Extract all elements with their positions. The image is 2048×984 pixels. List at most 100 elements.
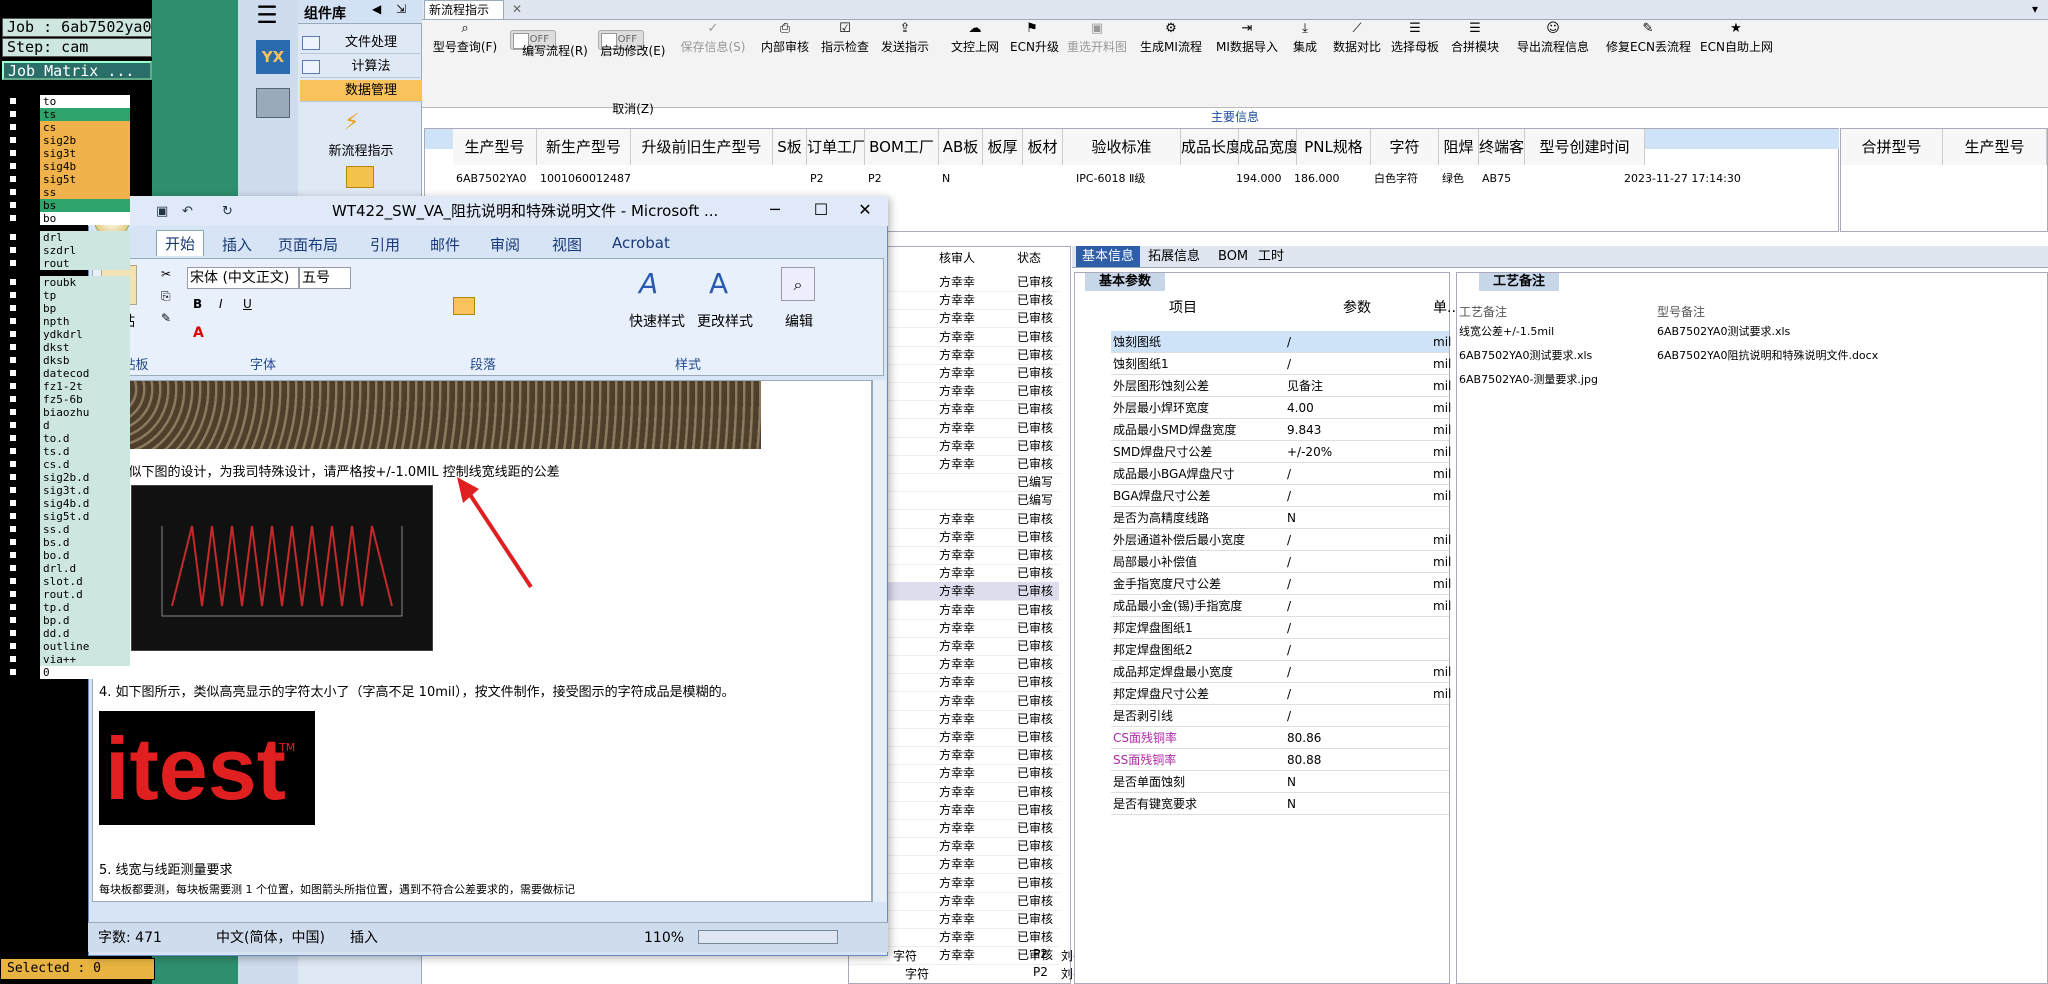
param-name[interactable]: 邦定焊盘图纸1 bbox=[1113, 617, 1255, 639]
layer-row[interactable]: drl.d bbox=[6, 562, 130, 575]
layer-name[interactable]: sig5t.d bbox=[40, 510, 130, 523]
ribbon-button[interactable]: ⇪ 发送指示 bbox=[880, 22, 930, 78]
layer-row[interactable]: sig4b.d bbox=[6, 497, 130, 510]
row-reviewer[interactable]: 方幸幸 bbox=[939, 819, 975, 838]
param-value[interactable]: / bbox=[1287, 595, 1427, 617]
mid-header[interactable]: 核审人 bbox=[939, 249, 975, 266]
layer-marker[interactable] bbox=[24, 654, 34, 664]
layer-row[interactable]: biaozhu bbox=[6, 406, 130, 419]
ribbon-button-icon[interactable]: ⇥ bbox=[1240, 22, 1254, 36]
layer-name[interactable]: tp bbox=[40, 289, 130, 302]
row-status[interactable]: 已审核 bbox=[1017, 546, 1053, 565]
layer-checkbox[interactable] bbox=[8, 576, 18, 586]
layer-name[interactable]: drl.d bbox=[40, 562, 130, 575]
grid-cell[interactable]: 6AB7502YA0 bbox=[453, 169, 537, 189]
layer-name[interactable]: 0 bbox=[40, 666, 130, 679]
param-row[interactable]: 外层图形蚀刻公差见备注milY bbox=[1111, 375, 1474, 397]
size-select[interactable]: 五号 bbox=[299, 267, 351, 289]
layer-marker[interactable] bbox=[24, 433, 34, 443]
param-value[interactable]: / bbox=[1287, 639, 1427, 661]
layer-checkbox[interactable] bbox=[8, 342, 18, 352]
grid-column-header[interactable]: 终端客户代码 bbox=[1479, 129, 1525, 165]
grid-column-header[interactable]: BOM工厂 bbox=[865, 129, 939, 165]
param-name[interactable]: 外层通道补偿后最小宽度 bbox=[1113, 529, 1255, 551]
layer-row[interactable]: ts bbox=[6, 108, 130, 121]
param-row[interactable]: 金手指宽度尺寸公差/milY bbox=[1111, 573, 1474, 595]
row-status[interactable]: 已审核 bbox=[1017, 692, 1053, 711]
grid-column-header[interactable]: PNL规格 bbox=[1297, 129, 1371, 165]
row-status[interactable]: 已审核 bbox=[1017, 837, 1053, 856]
layer-row[interactable]: sig5t bbox=[6, 173, 130, 186]
layer-marker[interactable] bbox=[24, 394, 34, 404]
layer-checkbox[interactable] bbox=[8, 641, 18, 651]
layer-marker[interactable] bbox=[24, 485, 34, 495]
grid-cell[interactable]: 10010600124870 bbox=[537, 169, 631, 189]
layer-name[interactable]: rout bbox=[40, 257, 130, 270]
layer-name[interactable]: to.d bbox=[40, 432, 130, 445]
param-name[interactable]: 成品最小金(锡)手指宽度 bbox=[1113, 595, 1255, 617]
tab-info[interactable]: 基本信息 bbox=[1076, 246, 1141, 267]
param-value[interactable]: / bbox=[1287, 529, 1427, 551]
layer-name[interactable]: ydkdrl bbox=[40, 328, 130, 341]
row-status[interactable]: 已审核 bbox=[1017, 437, 1053, 456]
layer-marker[interactable] bbox=[24, 446, 34, 456]
row-reviewer[interactable]: 方幸幸 bbox=[939, 637, 975, 656]
grid-cell[interactable]: P2 bbox=[807, 169, 865, 189]
grid-cell[interactable]: AB75 bbox=[1479, 169, 1525, 189]
ribbon-button[interactable]: ▣ 重选开料图 bbox=[1066, 22, 1128, 78]
ribbon-button[interactable]: ⤓ 集成 bbox=[1290, 22, 1320, 78]
layer-checkbox[interactable] bbox=[8, 368, 18, 378]
row-status[interactable]: 已审核 bbox=[1017, 928, 1053, 947]
param-row[interactable]: BGA焊盘尺寸公差/milY bbox=[1111, 485, 1474, 507]
layer-marker[interactable] bbox=[24, 329, 34, 339]
layer-marker[interactable] bbox=[24, 615, 34, 625]
param-row[interactable]: 外层通道补偿后最小宽度/milY bbox=[1111, 529, 1474, 551]
row-status[interactable]: 已审核 bbox=[1017, 346, 1053, 365]
param-row[interactable]: 成品最小金(锡)手指宽度/milY bbox=[1111, 595, 1474, 617]
layer-marker[interactable] bbox=[24, 245, 34, 255]
word-tab[interactable]: 审阅 bbox=[490, 234, 520, 255]
row-reviewer[interactable]: 方幸幸 bbox=[939, 783, 975, 802]
param-row[interactable]: 外层最小焊环宽度4.00milY bbox=[1111, 397, 1474, 419]
param-row[interactable]: 是否有键宽要求NY bbox=[1111, 793, 1474, 815]
layer-row[interactable]: sig4b bbox=[6, 160, 130, 173]
layer-name[interactable]: cs.d bbox=[40, 458, 130, 471]
layer-checkbox[interactable] bbox=[8, 654, 18, 664]
grid-column-header[interactable]: 型号创建时间 bbox=[1525, 129, 1645, 165]
layer-checkbox[interactable] bbox=[8, 459, 18, 469]
ribbon-button-icon[interactable]: ⚑ bbox=[1025, 22, 1039, 36]
ribbon-button[interactable]: ⇥ MI数据导入 bbox=[1216, 22, 1278, 78]
grid-cell[interactable] bbox=[983, 169, 1023, 189]
ribbon-button-label[interactable]: 启动修改(E) 取消(Z) bbox=[598, 22, 668, 138]
redo-icon[interactable]: ↻ bbox=[222, 204, 233, 219]
layer-marker[interactable] bbox=[24, 381, 34, 391]
ribbon-button-icon[interactable]: ✓ bbox=[706, 22, 720, 36]
grid-column-header[interactable]: 板材 bbox=[1023, 129, 1063, 165]
layer-marker[interactable] bbox=[24, 355, 34, 365]
row-status[interactable]: 已审核 bbox=[1017, 655, 1053, 674]
row-status[interactable]: 已编写 bbox=[1017, 491, 1053, 510]
param-row[interactable]: 局部最小补偿值/milY bbox=[1111, 551, 1474, 573]
layer-name[interactable]: bp.d bbox=[40, 614, 130, 627]
note-left-item[interactable]: 线宽公差+/-1.5mil bbox=[1459, 323, 1554, 339]
row-status[interactable]: 已审核 bbox=[1017, 764, 1053, 783]
font-color-icon[interactable]: A bbox=[193, 325, 204, 341]
param-value[interactable]: 4.00 bbox=[1287, 397, 1427, 419]
status-language[interactable]: 中文(简体，中国) bbox=[216, 923, 325, 953]
layer-checkbox[interactable] bbox=[8, 485, 18, 495]
row-status[interactable]: 已审核 bbox=[1017, 892, 1053, 911]
ribbon-button[interactable]: ⚙ 生成MI流程 bbox=[1138, 22, 1204, 78]
tab-info[interactable]: 工时 bbox=[1252, 246, 1290, 267]
row-reviewer[interactable]: 方幸幸 bbox=[939, 946, 975, 965]
ribbon-button[interactable]: ☰ 合拼模块 bbox=[1448, 22, 1502, 78]
layer-row[interactable]: dksb bbox=[6, 354, 130, 367]
row-status[interactable]: 已审核 bbox=[1017, 855, 1053, 874]
param-name[interactable]: SS面残铜率 bbox=[1113, 749, 1255, 771]
layer-name[interactable]: cs bbox=[40, 121, 130, 134]
layer-row[interactable]: ydkdrl bbox=[6, 328, 130, 341]
find-icon[interactable]: ⌕ bbox=[781, 267, 815, 301]
job-matrix-button[interactable]: Job Matrix ... bbox=[2, 61, 152, 80]
row-status[interactable]: 已审核 bbox=[1017, 328, 1053, 347]
save-icon[interactable]: ▣ bbox=[156, 204, 168, 219]
row-reviewer[interactable]: 方幸幸 bbox=[939, 273, 975, 292]
